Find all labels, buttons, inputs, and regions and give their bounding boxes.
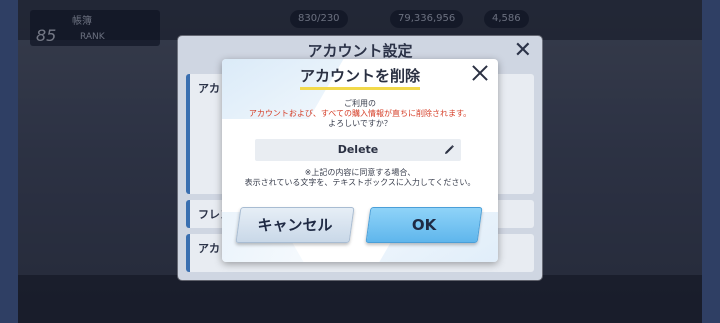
panel-title: アカウント設定 <box>307 42 413 60</box>
panel-close-icon[interactable]: ✕ <box>514 38 532 63</box>
title-underline <box>300 87 420 90</box>
confirm-text-value: Delete <box>337 143 379 156</box>
confirm-text-input[interactable]: Delete <box>255 139 461 161</box>
close-icon[interactable] <box>470 63 490 83</box>
pencil-icon <box>445 145 454 154</box>
note-line-2: 表示されている文字を、テキストボックスに入力してください。 <box>244 178 476 187</box>
ok-button[interactable]: OK <box>365 207 483 243</box>
note-line-1: ※上記の内容に同意する場合、 <box>304 168 416 177</box>
message-line-2: アカウントおよび、すべての購入情報が直ちに削除されます。 <box>248 109 472 118</box>
delete-account-dialog: アカウントを削除 ご利用の アカウントおよび、すべての購入情報が直ちに削除されま… <box>222 59 498 262</box>
dialog-title: アカウントを削除 <box>299 67 420 85</box>
message-line-1: ご利用の <box>344 99 376 108</box>
cancel-button[interactable]: キャンセル <box>235 207 355 243</box>
message-line-3: よろしいですか？ <box>328 119 392 128</box>
